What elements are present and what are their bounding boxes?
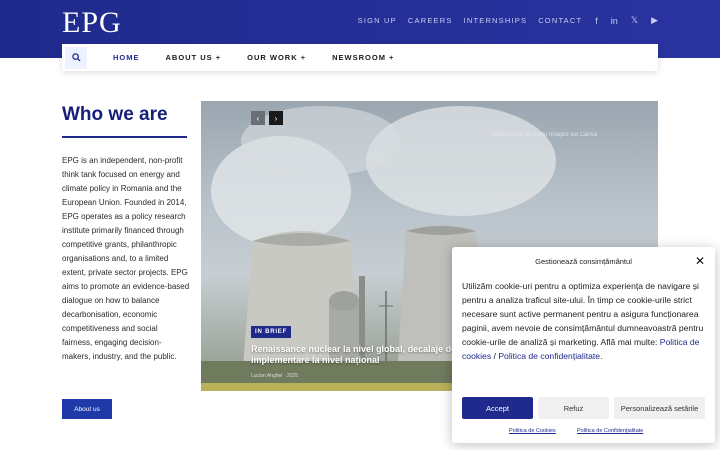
cookie-dialog-text: Utilizăm cookie-uri pentru a optimiza ex…	[462, 279, 707, 363]
hero-article-meta: Lucian Anghel · 2025	[251, 373, 298, 379]
search-icon	[71, 53, 81, 62]
refuse-button[interactable]: Refuz	[538, 397, 609, 419]
cookie-dialog-title: Gestionează consimțământul	[535, 257, 632, 266]
internships-link[interactable]: INTERNSHIPS	[464, 16, 528, 25]
contact-link[interactable]: CONTACT	[538, 16, 582, 25]
who-we-are-text: EPG is an independent, non-profit think …	[62, 156, 190, 361]
slider-next-button[interactable]: ›	[269, 111, 283, 125]
sign-up-link[interactable]: SIGN UP	[358, 16, 397, 25]
accept-button[interactable]: Accept	[462, 397, 533, 419]
search-button[interactable]	[65, 46, 87, 69]
image-credit: ebel1101ob on Getty Images via Canva	[492, 132, 597, 138]
chevron-left-icon: ‹	[256, 113, 260, 123]
nav-about-us[interactable]: ABOUT US +	[166, 53, 222, 62]
footer-cookie-policy-link[interactable]: Politica de Cookies	[509, 428, 556, 434]
body-period: .	[600, 351, 603, 361]
customize-settings-button[interactable]: Personalizează setările	[614, 397, 705, 419]
about-us-button[interactable]: About us	[62, 399, 112, 419]
slider-prev-button[interactable]: ‹	[251, 111, 265, 125]
facebook-icon[interactable]: f	[595, 16, 598, 26]
cookie-consent-dialog: Gestionează consimțământul ✕ Utilizăm co…	[452, 247, 715, 443]
x-icon[interactable]: 𝕏	[631, 15, 638, 26]
youtube-icon[interactable]: ▶	[651, 15, 658, 26]
nav-newsroom[interactable]: NEWSROOM +	[332, 53, 394, 62]
footer-privacy-policy-link[interactable]: Politica de Confidențialitate	[577, 428, 643, 434]
epg-logo[interactable]: EPG	[62, 6, 122, 40]
main-navbar: HOME ABOUT US + OUR WORK + NEWSROOM +	[62, 44, 658, 71]
nav-home[interactable]: HOME	[113, 53, 140, 62]
top-links: SIGN UP CAREERS INTERNSHIPS CONTACT f in…	[358, 15, 658, 26]
in-brief-badge[interactable]: IN BRIEF	[251, 326, 292, 338]
hero-article-title[interactable]: Renaissance nuclear la nivel global, dec…	[251, 344, 471, 366]
who-we-are-title: Who we are	[62, 104, 168, 125]
title-divider	[62, 136, 187, 138]
nav-our-work[interactable]: OUR WORK +	[247, 53, 306, 62]
chevron-right-icon: ›	[274, 113, 278, 123]
privacy-policy-link[interactable]: Politica de confidențialitate	[498, 351, 600, 361]
close-icon[interactable]: ✕	[695, 254, 705, 268]
linkedin-icon[interactable]: in	[611, 16, 618, 26]
careers-link[interactable]: CAREERS	[408, 16, 453, 25]
